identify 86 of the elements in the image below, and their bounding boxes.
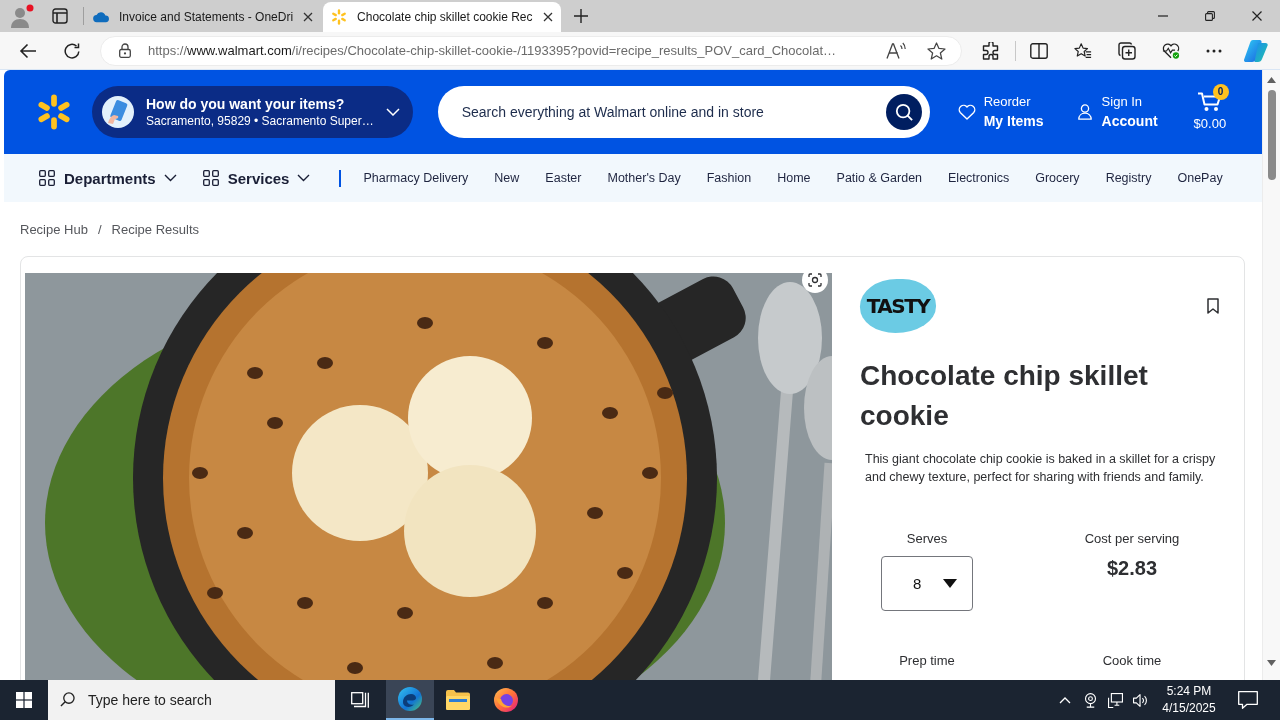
collections-icon[interactable] bbox=[1118, 41, 1136, 60]
person-icon bbox=[1077, 104, 1092, 120]
breadcrumb-link[interactable]: Recipe Results bbox=[111, 222, 199, 238]
extensions-icon[interactable] bbox=[982, 41, 1000, 60]
spark-logo[interactable] bbox=[36, 94, 72, 130]
new-tab-icon[interactable] bbox=[573, 9, 588, 23]
close-icon[interactable] bbox=[542, 12, 553, 22]
address-field[interactable]: https://www.walmart.com/i/recipes/Chocolate-chip-skillet-cookie-/1193395?povid=recipe_results_POV_card_Chocolat… bbox=[100, 35, 962, 66]
clock-time: 5:24 PM bbox=[1166, 683, 1212, 700]
brand-logo: TASTY bbox=[860, 279, 936, 333]
search-icon bbox=[60, 692, 75, 707]
lock-icon[interactable] bbox=[119, 43, 131, 58]
reorder-link[interactable]: Reorder My Items bbox=[957, 93, 1044, 131]
favorites-icon[interactable] bbox=[1074, 41, 1092, 60]
nav-link[interactable]: Mother's Day bbox=[607, 171, 681, 185]
url-text: https://www.walmart.com/i/recipes/Chocolate-chip-skillet-cookie-/1193395?povid=recipe_results_POV_card_Chocolat… bbox=[148, 43, 837, 58]
account-link[interactable]: Sign In Account bbox=[1077, 93, 1158, 131]
nav-link[interactable]: Registry bbox=[1105, 171, 1152, 185]
network-icon[interactable] bbox=[1108, 692, 1123, 708]
nav-link[interactable]: OnePay bbox=[1177, 171, 1223, 185]
cloud-icon bbox=[93, 9, 109, 25]
arrow-up-icon[interactable] bbox=[1267, 77, 1276, 83]
split-screen-icon[interactable] bbox=[1030, 42, 1048, 59]
search-field[interactable]: Search everything at Walmart online and in store bbox=[437, 86, 930, 138]
nav-link[interactable]: New bbox=[494, 171, 520, 185]
read-aloud-icon[interactable] bbox=[886, 42, 906, 59]
chevron-up-icon[interactable] bbox=[1059, 696, 1071, 704]
recipe-description: This giant chocolate chip cookie is baked in a skillet for a crispy and chewy texture, perfect for sharing with friends and family. bbox=[864, 451, 1217, 486]
grid-icon bbox=[202, 170, 219, 186]
heart-icon bbox=[957, 104, 976, 120]
taskbar-app-button[interactable] bbox=[386, 680, 434, 720]
bookmark-icon[interactable] bbox=[1207, 298, 1219, 314]
restore-icon[interactable] bbox=[1205, 11, 1215, 21]
folder-icon bbox=[446, 688, 470, 712]
windows-icon[interactable] bbox=[16, 692, 32, 708]
health-icon[interactable] bbox=[1162, 41, 1180, 60]
grid-icon bbox=[39, 170, 55, 186]
scrollbar-track[interactable] bbox=[1262, 70, 1280, 680]
back-icon[interactable] bbox=[19, 42, 37, 59]
tab-actions-icon[interactable] bbox=[52, 8, 68, 24]
spark-icon bbox=[331, 9, 348, 25]
nav-link[interactable]: Electronics bbox=[948, 171, 1010, 185]
caret-down-icon bbox=[943, 579, 958, 588]
task-view-icon[interactable] bbox=[351, 692, 369, 708]
message-icon[interactable] bbox=[1238, 691, 1258, 709]
swirl-icon bbox=[398, 687, 422, 711]
breadcrumb-separator: / bbox=[97, 222, 102, 238]
stat-value: $2.83 bbox=[1106, 556, 1158, 580]
chevron-down-icon bbox=[163, 174, 177, 182]
stat-label: Serves bbox=[906, 531, 948, 547]
scrollbar-thumb[interactable] bbox=[1267, 90, 1276, 180]
stat-label: Cook time bbox=[1102, 653, 1162, 669]
browser-tab[interactable]: Chocolate chip skillet cookie Rec bbox=[323, 2, 561, 32]
refresh-icon[interactable] bbox=[64, 42, 80, 59]
search-icon bbox=[894, 103, 913, 121]
profile-avatar-icon[interactable] bbox=[10, 4, 34, 28]
globe-icon bbox=[494, 688, 518, 712]
close-icon[interactable] bbox=[1252, 11, 1262, 21]
chevron-down-icon bbox=[297, 174, 311, 182]
copilot-icon[interactable] bbox=[1244, 39, 1268, 62]
stat-label: Prep time bbox=[899, 653, 955, 669]
breadcrumb-link[interactable]: Recipe Hub bbox=[20, 222, 88, 238]
taskbar-search-field[interactable]: Type here to search bbox=[48, 680, 335, 720]
fulfillment-button[interactable]: How do you want your items? Sacramento, 95829 • Sacramento Super… bbox=[92, 86, 413, 138]
favorite-star-icon[interactable] bbox=[927, 41, 946, 60]
nav-link[interactable]: Easter bbox=[545, 171, 582, 185]
arrow-down-icon[interactable] bbox=[1267, 660, 1276, 666]
menu-button[interactable]: Services bbox=[202, 169, 311, 187]
volume-icon[interactable] bbox=[1133, 692, 1148, 708]
phone-in-hand-icon bbox=[102, 96, 134, 128]
stat-label: Cost per serving bbox=[1084, 531, 1180, 547]
more-icon[interactable] bbox=[1206, 48, 1222, 53]
nav-link[interactable]: Patio & Garden bbox=[836, 171, 923, 185]
nav-link[interactable]: Fashion bbox=[706, 171, 752, 185]
recipe-title: Chocolate chip skillet cookie bbox=[860, 359, 1149, 433]
webcam-icon[interactable] bbox=[1083, 692, 1098, 708]
nav-link[interactable]: Pharmacy Delivery bbox=[363, 171, 469, 185]
nav-link[interactable]: Home bbox=[777, 171, 811, 185]
clock-date: 4/15/2025 bbox=[1162, 700, 1216, 717]
chevron-down-icon bbox=[385, 108, 400, 116]
close-icon[interactable] bbox=[303, 12, 314, 22]
serves-select[interactable]: 8 bbox=[881, 556, 973, 611]
cart-count-badge: 0 bbox=[1212, 84, 1229, 100]
nav-link[interactable]: Grocery bbox=[1035, 171, 1080, 185]
browser-tab[interactable]: Invoice and Statements - OneDri bbox=[85, 2, 322, 32]
menu-button[interactable]: Departments bbox=[39, 169, 177, 187]
